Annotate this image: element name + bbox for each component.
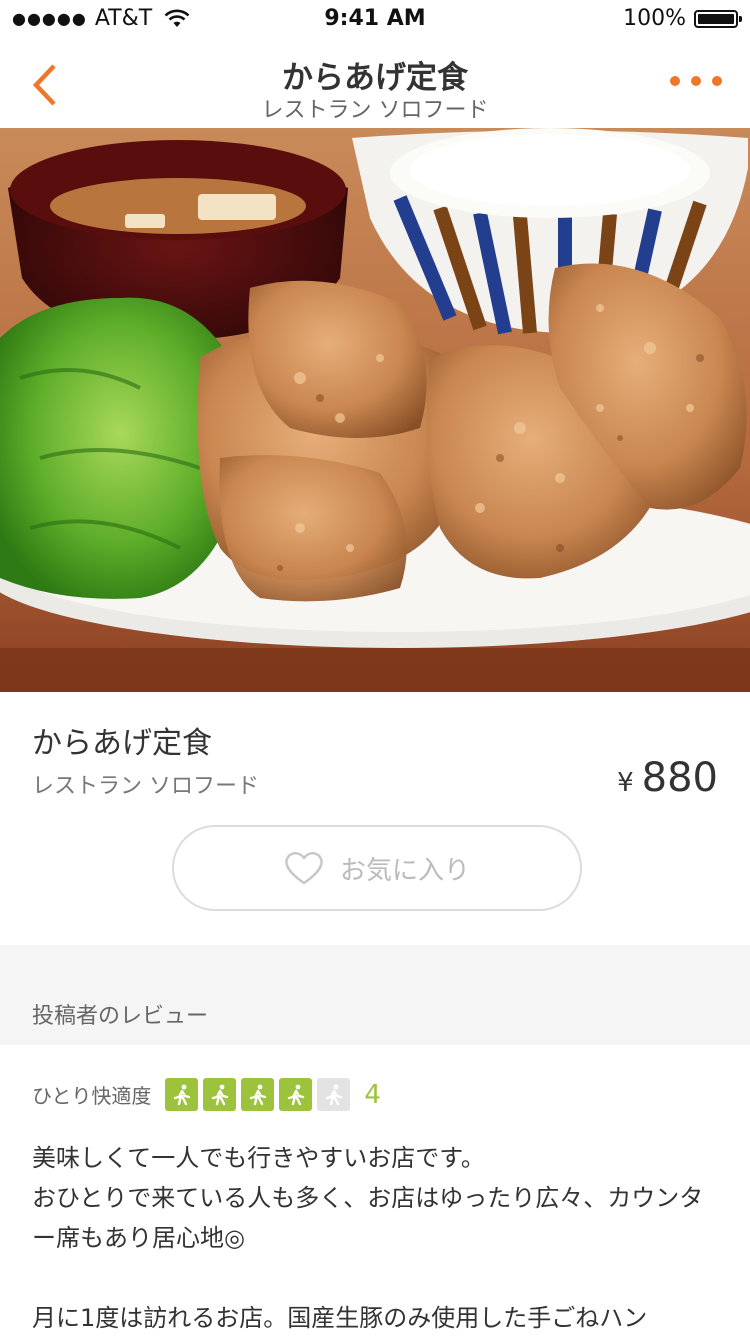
section-header-background [0,945,750,1045]
walking-person-icon [165,1078,199,1111]
review-line: おひとりで来ている人も多く、お店はゆったり広々、カウンタ [32,1184,704,1212]
nav-subtitle: レストラン ソロフード [261,98,489,123]
nav-title: からあげ定食 [282,60,468,96]
walking-person-icon [241,1078,275,1111]
rating-icons [165,1078,351,1111]
review-line: 美味しくて一人でも行きやすいお店です。 [32,1144,485,1172]
restaurant-name[interactable]: レストラン ソロフード [32,768,259,800]
status-right: 100% [623,6,742,31]
currency-symbol: ¥ [617,768,634,798]
more-dots-icon [670,76,680,86]
status-bar: ●●●●● AT&T 9:41 AM 100% [0,0,750,40]
review-line [32,1258,732,1298]
review-line: 月に1度は訪れるお店。国産生豚のみ使用した手ごねハン [32,1304,648,1332]
solo-comfort-rating: ひとり快適度 4 [32,1078,381,1111]
dish-photo [0,128,750,692]
favorite-button[interactable]: お気に入り [172,825,582,911]
review-line: ー席もあり居心地◎ [32,1224,245,1252]
more-options-button[interactable] [670,76,722,86]
review-body: 美味しくて一人でも行きやすいお店です。おひとりで来ている人も多く、お店はゆったり… [32,1138,732,1338]
walking-person-icon [279,1078,313,1111]
battery-percentage: 100% [623,6,686,31]
walking-person-icon [203,1078,237,1111]
heart-icon [285,852,323,885]
dish-name: からあげ定食 [32,726,212,761]
rating-value: 4 [364,1079,381,1110]
rating-label: ひとり快適度 [32,1084,152,1108]
navigation-bar: からあげ定食 レストラン ソロフード [0,40,750,128]
favorite-label: お気に入り [339,855,470,886]
battery-icon [694,9,742,28]
price-value: 880 [641,755,718,801]
walking-person-icon [317,1078,351,1111]
review-section-heading: 投稿者のレビュー [32,1004,209,1029]
price: ¥ 880 [617,755,718,801]
